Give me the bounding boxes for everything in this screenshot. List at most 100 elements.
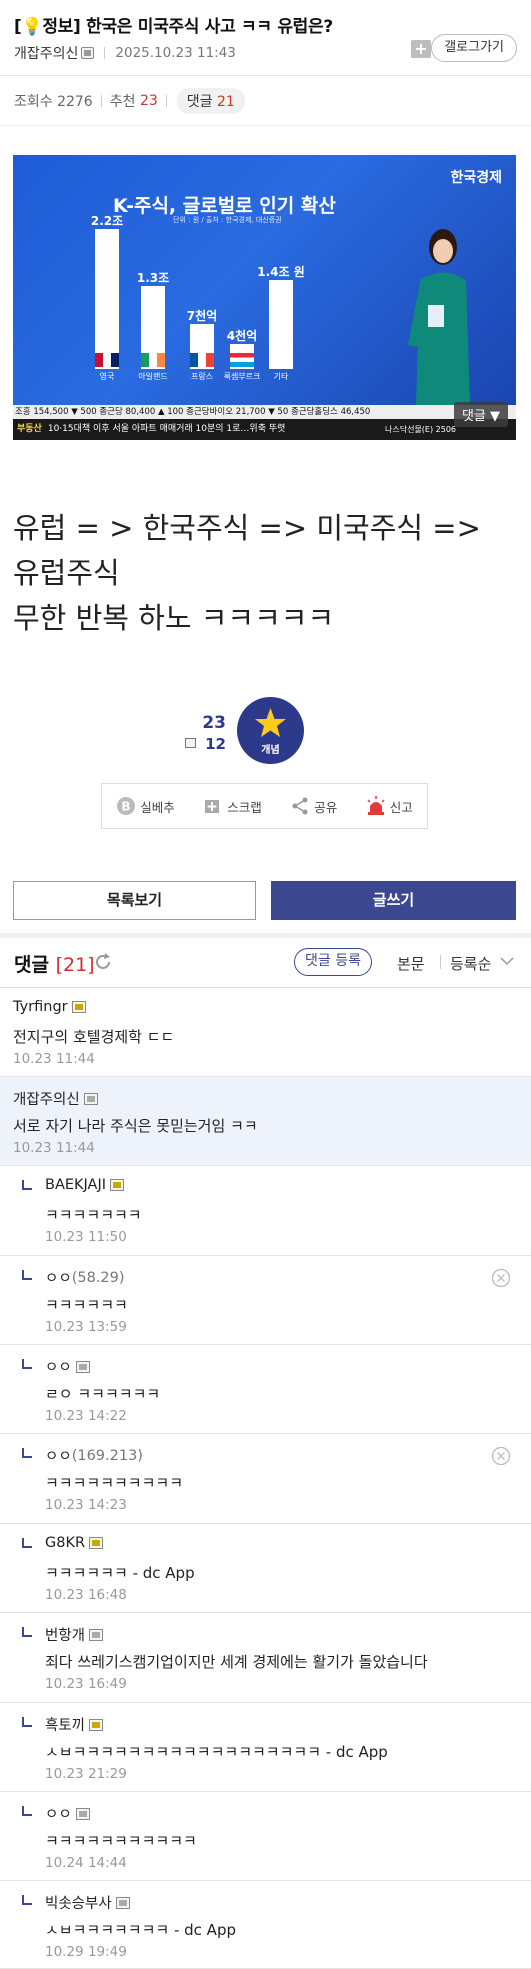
chart-subtitle: 단위 : 원 / 출처 : 한국경제, 대신증권	[173, 216, 282, 224]
comment-author[interactable]: G8KR	[45, 1535, 104, 1551]
comment-author[interactable]: ㅇㅇ	[45, 1356, 90, 1377]
member-icon	[83, 1092, 98, 1105]
comment-text: ㅋㅋㅋㅋㅋㅋㅋㅋㅋㅋㅋ	[45, 1832, 197, 1850]
gallog-button[interactable]: 갤로그가기	[431, 34, 517, 62]
recommend-count: 23	[202, 713, 226, 733]
siren-icon	[367, 796, 385, 815]
comment-text: 전지구의 호텔경제학 ㄷㄷ	[13, 1028, 175, 1046]
silbe-button[interactable]: B 실베추	[116, 796, 175, 816]
view-count: 조회수 2276	[14, 93, 93, 110]
svg-text:B: B	[122, 800, 131, 814]
silbe-label: 실베추	[140, 799, 175, 815]
comment-item: 개잡주의신 서로 자기 나라 주식은 못믿는거임 ㅋㅋ 10.23 11:44	[0, 1077, 531, 1166]
chart-value-label: 4천억	[226, 329, 258, 343]
comment-item: 흑토끼 ㅅㅂㅋㅋㅋㅋㅋㅋㅋㅋㅋㅋㅋㅋㅋㅋㅋㅋㅋㅋ - dc App 10.23 21…	[0, 1703, 531, 1792]
body-line-1: 유럽 = > 한국주식 => 미국주식 =>	[13, 511, 481, 545]
share-label: 공유	[314, 799, 338, 815]
body-line-3: 무한 반복 하노 ㅋㅋㅋㅋㅋ	[13, 601, 335, 635]
comment-author-name: ㅇㅇ	[45, 1807, 72, 1823]
reply-arrow-icon	[22, 1717, 32, 1727]
recommend-button[interactable]: 개념	[237, 697, 304, 764]
post-actions: B 실베추 스크랩 공유 신고	[101, 783, 428, 829]
comment-time: 10.23 13:59	[45, 1319, 127, 1335]
report-button[interactable]: 신고	[366, 796, 413, 816]
country-flag-icon	[95, 353, 119, 367]
share-button[interactable]: 공유	[290, 796, 337, 816]
comment-author-name: 번항개	[45, 1628, 86, 1644]
comment-text: 죄다 쓰레기스캠기업이지만 세계 경제에는 활기가 돌았습니다	[45, 1653, 428, 1671]
list-view-button[interactable]: 목록보기	[13, 881, 256, 920]
chevron-down-icon[interactable]	[500, 956, 514, 966]
silbe-b-icon: B	[117, 797, 136, 815]
comment-count-badge[interactable]: 댓글 21	[176, 87, 245, 114]
comment-author[interactable]: ㅇㅇ	[45, 1803, 90, 1824]
delete-comment-icon[interactable]	[491, 1446, 511, 1466]
comment-author[interactable]: BAEKJAJI	[45, 1177, 125, 1193]
reco-label: 추천	[109, 93, 136, 110]
comment-time: 10.29 19:49	[45, 1944, 127, 1960]
comment-author[interactable]: 번항개	[45, 1624, 104, 1645]
comment-author[interactable]: 흑토끼	[45, 1714, 104, 1735]
comment-author[interactable]: Tyrfingr	[13, 999, 86, 1015]
comment-time: 10.23 11:50	[45, 1229, 127, 1245]
comment-time: 10.23 21:29	[45, 1766, 127, 1782]
post-meta: 개잡주의신 2025.10.23 11:43	[14, 43, 236, 63]
comment-author[interactable]: 빅솟승부사	[45, 1892, 130, 1913]
ticker-headline: 10·15대책 이후 서울 아파트 매매거래 10분의 1로…위축 뚜렷	[47, 424, 286, 434]
goto-body-link[interactable]: 본문	[397, 953, 425, 974]
scrap-button[interactable]: 스크랩	[203, 796, 262, 816]
member-icon	[71, 1001, 86, 1013]
comment-author[interactable]: ㅇㅇ (58.29)	[45, 1267, 125, 1288]
post-stats: 조회수 2276 추천 23 댓글 21	[0, 76, 531, 126]
comment-item: Tyrfingr 전지구의 호텔경제학 ㄷㄷ 10.23 11:44	[0, 988, 531, 1077]
header-divider	[440, 955, 441, 969]
fixed-nick-icon	[81, 47, 95, 59]
stock-ticker: 조흥 154,500 ▼ 500 종근당 80,400 ▲ 100 종근당바이오…	[13, 405, 516, 419]
comment-author-name: 개잡주의신	[13, 1092, 80, 1108]
comment-time: 10.23 14:22	[45, 1408, 127, 1424]
ticker-tag: 부동산	[17, 424, 42, 434]
comment-text: ㅋㅋㅋㅋㅋㅋㅋㅋㅋㅋ	[45, 1474, 184, 1492]
comments-title: 댓글 [21]	[14, 950, 95, 977]
report-label: 신고	[389, 799, 413, 815]
star-icon	[255, 708, 286, 737]
country-flag-icon	[230, 353, 254, 367]
reply-arrow-icon	[22, 1180, 32, 1190]
stats-divider	[165, 94, 167, 107]
comment-time: 10.23 11:44	[13, 1051, 95, 1067]
comment-time: 10.23 16:49	[45, 1676, 127, 1692]
chart-category-label: 기타	[273, 372, 289, 381]
ticker-right: 나스닥선물(E) 2506	[385, 425, 456, 434]
body-line-2: 유럽주식	[13, 556, 120, 590]
comment-text: 서로 자기 나라 주식은 못믿는거임 ㅋㅋ	[13, 1117, 258, 1135]
member-icon	[89, 1628, 104, 1641]
video-comment-button[interactable]: 댓글 ▼	[453, 402, 508, 427]
comment-author[interactable]: ㅇㅇ (169.213)	[45, 1445, 143, 1466]
meta-divider	[104, 47, 106, 59]
reply-arrow-icon	[22, 1538, 32, 1548]
comment-author[interactable]: 개잡주의신	[13, 1088, 98, 1109]
refresh-icon[interactable]	[94, 953, 112, 971]
comment-count-label: 댓글	[186, 93, 213, 110]
comment-author-name: ㅇㅇ	[45, 1271, 72, 1287]
sort-select[interactable]: 등록순	[450, 953, 491, 974]
comment-text: ㅅㅂㅋㅋㅋㅋㅋㅋㅋㅋㅋㅋㅋㅋㅋㅋㅋㅋㅋㅋ - dc App	[45, 1743, 388, 1761]
reply-arrow-icon	[22, 1627, 32, 1637]
news-video[interactable]: 한국경제 K-주식, 글로벌로 인기 확산 단위 : 원 / 출처 : 한국경제…	[13, 155, 516, 440]
comment-item: G8KR ㅋㅋㅋㅋㅋㅋ - dc App 10.23 16:48	[0, 1524, 531, 1613]
delete-comment-icon[interactable]	[491, 1268, 511, 1288]
news-anchor-figure	[408, 229, 470, 405]
register-comment-button[interactable]: 댓글 등록	[294, 948, 372, 976]
share-icon	[292, 797, 308, 815]
comments-header: 댓글 [21] 댓글 등록 본문 등록순	[0, 938, 531, 988]
recommend-box: 23 12 개념	[185, 697, 320, 767]
write-button[interactable]: 글쓰기	[271, 881, 516, 920]
add-gallery-icon[interactable]: +	[411, 40, 431, 58]
reply-arrow-icon	[22, 1806, 32, 1816]
reply-arrow-icon	[22, 1270, 32, 1280]
comments-total: [21]	[55, 954, 95, 976]
comment-item: 빅솟승부사 ㅅㅂㅋㅋㅋㅋㅋㅋㅋ - dc App 10.29 19:49	[0, 1881, 531, 1969]
stats-divider	[100, 94, 102, 107]
author-name[interactable]: 개잡주의신	[14, 43, 78, 63]
comment-item: ㅇㅇ (169.213) ㅋㅋㅋㅋㅋㅋㅋㅋㅋㅋ 10.23 14:23	[0, 1434, 531, 1524]
